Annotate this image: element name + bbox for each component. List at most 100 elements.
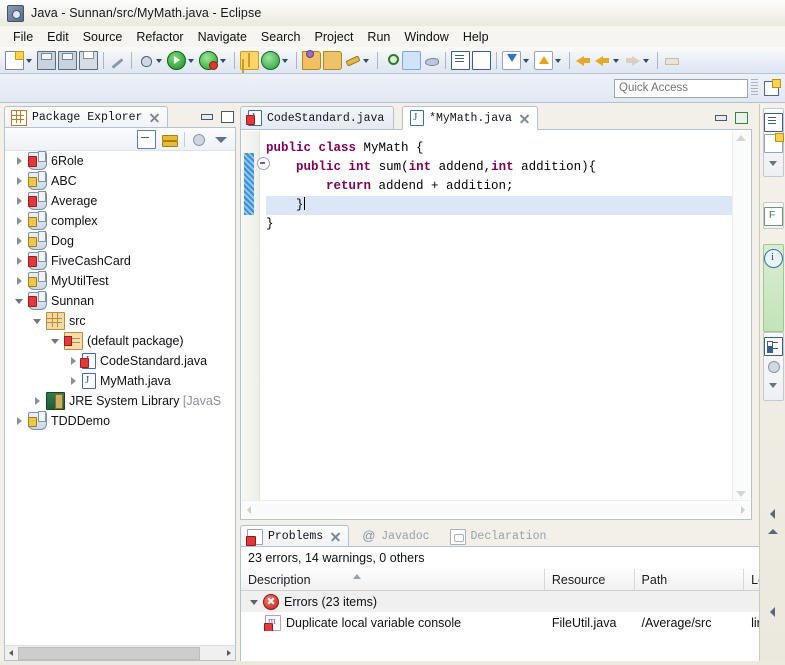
new-class-dropdown-arrow[interactable]	[281, 52, 290, 69]
tree-item[interactable]: FiveCashCard	[5, 251, 235, 271]
menu-edit[interactable]: Edit	[40, 28, 76, 46]
collapse-left-icon[interactable]	[765, 506, 781, 522]
new-file-icon[interactable]	[5, 50, 24, 70]
back-dropdown-arrow[interactable]	[612, 52, 621, 69]
chevron-right-icon[interactable]	[11, 271, 28, 291]
focus-on-active-task-icon[interactable]	[190, 131, 207, 148]
close-icon[interactable]	[518, 112, 531, 125]
chevron-right-icon[interactable]	[65, 371, 82, 391]
last-edit-location-icon[interactable]	[663, 52, 680, 69]
open-perspective-icon[interactable]	[763, 79, 781, 97]
tab-javadoc[interactable]: Javadoc	[355, 525, 436, 547]
open-call-hierarchy-icon[interactable]	[472, 50, 491, 70]
package-explorer-tree[interactable]: 6Role ABC Average complex Dog FiveCashCard MyU…	[5, 151, 235, 646]
chevron-right-icon[interactable]	[11, 191, 28, 211]
open-declaration-icon[interactable]	[451, 50, 470, 70]
minimize-icon[interactable]	[198, 109, 214, 124]
tree-item[interactable]: Sunnan	[5, 291, 235, 311]
tree-item[interactable]: (default package)	[5, 331, 235, 351]
close-icon[interactable]	[148, 111, 161, 124]
new-java-project-icon[interactable]	[240, 50, 259, 70]
menu-refactor[interactable]: Refactor	[129, 28, 190, 46]
chevron-down-icon[interactable]	[765, 377, 782, 394]
tab-declaration[interactable]: Declaration	[443, 525, 554, 547]
mini-find-icon[interactable]	[764, 207, 783, 226]
scroll-left-icon[interactable]	[242, 503, 256, 517]
tree-item[interactable]: TDDDemo	[5, 411, 235, 431]
editor-tab-codestandardjava[interactable]: CodeStandard.java	[240, 106, 395, 130]
chevron-right-icon[interactable]	[11, 171, 28, 191]
menu-source[interactable]: Source	[76, 28, 130, 46]
next-annotation-icon[interactable]	[502, 50, 521, 70]
collapse-all-icon[interactable]	[137, 129, 156, 149]
toggle-annotation-icon[interactable]	[109, 52, 126, 69]
menu-search[interactable]: Search	[254, 28, 308, 46]
scroll-up-icon[interactable]	[736, 135, 746, 141]
tree-item[interactable]: src	[5, 311, 235, 331]
chevron-down-icon[interactable]	[11, 291, 28, 311]
scroll-left-icon[interactable]	[5, 647, 18, 660]
search-dropdown-arrow[interactable]	[362, 52, 371, 69]
table-group-row[interactable]: Errors (23 items)	[241, 591, 784, 612]
view-menu-icon[interactable]	[212, 131, 229, 148]
previous-annotation-dropdown-arrow[interactable]	[554, 52, 563, 69]
next-annotation-dropdown-arrow[interactable]	[522, 52, 531, 69]
print-icon[interactable]	[79, 50, 98, 70]
tree-item[interactable]: MyUtilTest	[5, 271, 235, 291]
previous-annotation-icon[interactable]	[534, 50, 553, 70]
chevron-down-icon[interactable]	[29, 311, 46, 331]
debug-dropdown-arrow[interactable]	[155, 52, 164, 69]
servers-icon[interactable]	[765, 358, 782, 375]
open-type-icon[interactable]	[302, 49, 321, 70]
link-with-editor-icon[interactable]	[161, 131, 178, 148]
chevron-right-icon[interactable]	[11, 151, 28, 171]
tree-item[interactable]: 6Role	[5, 151, 235, 171]
chevron-right-icon[interactable]	[11, 231, 28, 251]
minimize-icon[interactable]	[712, 110, 728, 125]
debug-icon[interactable]	[137, 52, 154, 69]
column-header-resource[interactable]: Resource	[545, 569, 635, 590]
chevron-down-icon[interactable]	[47, 331, 64, 351]
scroll-thumb[interactable]	[18, 646, 200, 660]
next-edit-icon[interactable]	[575, 52, 592, 69]
skip-breakpoints-icon[interactable]	[423, 52, 440, 69]
menu-file[interactable]: File	[6, 28, 40, 46]
collapse-left-icon-bottom[interactable]	[765, 604, 781, 620]
editor-vscrollbar[interactable]	[732, 131, 750, 501]
tab-package-explorer[interactable]: Package Explorer	[4, 106, 169, 128]
properties-icon[interactable]	[764, 337, 783, 356]
task-list-icon[interactable]	[764, 133, 784, 153]
highlight-icon[interactable]	[402, 50, 421, 70]
coverage-dropdown-arrow[interactable]	[219, 52, 228, 69]
maximize-icon[interactable]	[218, 109, 234, 124]
forward-dropdown-arrow[interactable]	[642, 52, 651, 69]
editor-vertical-ruler[interactable]	[242, 131, 260, 501]
new-class-icon[interactable]	[261, 50, 280, 70]
package-explorer-hscrollbar[interactable]	[5, 645, 235, 660]
chevron-down-icon[interactable]	[765, 524, 781, 540]
new-dropdown-arrow[interactable]	[25, 52, 34, 69]
menu-project[interactable]: Project	[308, 28, 361, 46]
drag-grip[interactable]	[751, 79, 758, 97]
outline-icon[interactable]	[764, 113, 783, 132]
tree-item[interactable]: Dog	[5, 231, 235, 251]
tree-item[interactable]: MyMath.java	[5, 371, 235, 391]
column-header-description[interactable]: Description	[241, 569, 545, 590]
tab-problems[interactable]: Problems	[240, 525, 350, 547]
chevron-down-icon[interactable]	[246, 593, 263, 610]
tree-item[interactable]: Average	[5, 191, 235, 211]
chevron-right-icon[interactable]	[11, 411, 28, 431]
info-icon[interactable]	[764, 249, 783, 268]
chevron-down-icon[interactable]	[765, 155, 782, 172]
forward-icon[interactable]	[624, 52, 641, 69]
pin-editor-icon[interactable]	[383, 52, 400, 69]
column-header-path[interactable]: Path	[635, 569, 745, 590]
close-icon[interactable]	[329, 530, 342, 543]
tree-item[interactable]: CodeStandard.java	[5, 351, 235, 371]
code-text-area[interactable]: public class MyMath { public int sum(int…	[260, 131, 733, 501]
open-task-icon[interactable]	[323, 50, 342, 70]
tree-item[interactable]: complex	[5, 211, 235, 231]
save-icon[interactable]	[37, 50, 56, 70]
table-row[interactable]: Duplicate local variable console FileUtil…	[241, 612, 784, 633]
editor-hscrollbar[interactable]	[242, 500, 750, 518]
